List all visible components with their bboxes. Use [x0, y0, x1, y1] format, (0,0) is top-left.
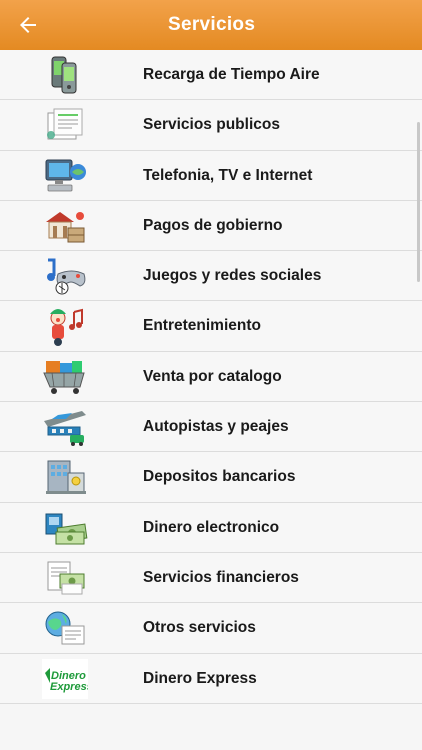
service-label: Pagos de gobierno [143, 216, 283, 234]
government-building-icon [46, 211, 85, 243]
service-label: Dinero electronico [143, 518, 280, 536]
computer-globe-icon [45, 159, 86, 191]
app-bar: Servicios [0, 0, 422, 50]
service-label: Juegos y redes sociales [143, 267, 322, 285]
globe-documents-icon [45, 611, 85, 645]
service-label: Depositos bancarios [143, 468, 296, 486]
service-label: Telefonia, TV e Internet [143, 166, 313, 184]
service-item-publicos[interactable]: Servicios publicos [0, 100, 422, 151]
service-item-juegos[interactable]: Juegos y redes sociales [0, 251, 422, 302]
arrow-left-icon [20, 17, 36, 33]
money-card-icon [45, 513, 88, 545]
service-label: Entretenimiento [143, 317, 261, 335]
highway-toll-icon [44, 411, 86, 447]
service-label: Dinero Express [143, 669, 257, 687]
service-item-depositos[interactable]: Depositos bancarios [0, 452, 422, 503]
service-item-dinero-express[interactable]: Dinero Express Dinero Express [0, 653, 422, 704]
finance-documents-icon [47, 561, 85, 595]
page-title: Servicios [168, 14, 256, 35]
svg-text:Express: Express [50, 681, 88, 693]
service-item-financieros[interactable]: Servicios financieros [0, 552, 422, 604]
mobile-phones-icon [51, 56, 77, 94]
dinero-express-logo: Dinero Express [42, 658, 88, 699]
service-label: Venta por catalogo [143, 367, 282, 385]
list-footer-space [0, 716, 422, 750]
service-label: Recarga de Tiempo Aire [143, 66, 320, 83]
service-item-telefonia[interactable]: Telefonia, TV e Internet [0, 150, 422, 201]
service-label: Otros servicios [143, 619, 256, 637]
scrollbar[interactable] [417, 122, 420, 282]
service-item-autopistas[interactable]: Autopistas y peajes [0, 402, 422, 453]
services-list: Recarga de Tiempo Aire Servicios publico… [0, 50, 422, 704]
service-item-gobierno[interactable]: Pagos de gobierno [0, 200, 422, 252]
service-item-catalogo[interactable]: Venta por catalogo [0, 351, 422, 403]
utility-bill-icon [47, 108, 83, 140]
service-item-entretenimiento[interactable]: Entretenimiento [0, 301, 422, 352]
service-item-electronico[interactable]: Dinero electronico [0, 502, 422, 553]
service-item-otros[interactable]: Otros servicios [0, 603, 422, 654]
service-label: Servicios financieros [143, 568, 299, 586]
back-button[interactable] [8, 6, 48, 44]
clown-music-icon [50, 309, 83, 347]
service-item-recarga[interactable]: Recarga de Tiempo Aire [0, 50, 422, 101]
bank-building-icon [46, 460, 86, 495]
service-label: Servicios publicos [143, 116, 280, 134]
shopping-cart-icon [43, 360, 85, 394]
service-label: Autopistas y peajes [143, 418, 289, 436]
gamepad-music-icon [47, 258, 86, 295]
